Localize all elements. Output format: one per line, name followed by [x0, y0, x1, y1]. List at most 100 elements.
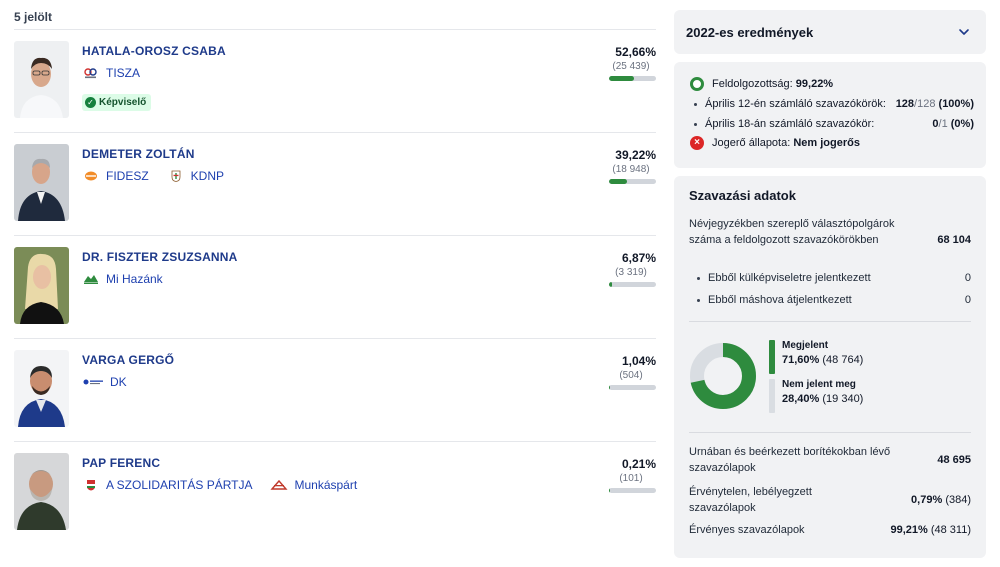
absent-count: (19 340): [822, 393, 864, 405]
party-item[interactable]: FIDESZ: [82, 169, 149, 183]
results-accordion[interactable]: 2022-es eredmények: [674, 10, 986, 54]
processed-value: 99,22%: [795, 78, 834, 90]
turnout-donut-chart: [690, 343, 756, 409]
result-block: 0,21% (101): [606, 457, 656, 484]
party-item[interactable]: Mi Hazánk: [82, 272, 163, 286]
vote-bar: [609, 179, 656, 184]
absent-label: Nem jelent meg: [782, 379, 856, 390]
invalid-row: Érvénytelen, lebélyegzett szavazólapok 0…: [689, 484, 971, 516]
candidate-row[interactable]: HATALA-OROSZ CSABA TISZA ✓ Képviselő 52,…: [14, 29, 656, 132]
bullet-icon: [697, 276, 700, 280]
turnout-label: Megjelent: [782, 340, 829, 351]
legal-status-row: × Jogerő állapota: Nem jogerős: [690, 136, 974, 150]
vote-percent: 39,22%: [615, 148, 656, 162]
voting-data-title: Szavazási adatok: [689, 188, 796, 203]
absent-swatch: [769, 379, 775, 413]
abroad-value: 0: [964, 272, 971, 284]
legal-label: Jogerő állapota:: [712, 137, 791, 149]
turnout-percent: 71,60%: [782, 354, 820, 366]
result-block: 1,04% (504): [606, 354, 656, 381]
result-block: 39,22% (18 948): [606, 148, 656, 175]
candidate-row[interactable]: PAP FERENC A SZOLIDARITÁS PÁRTJA Munkásp…: [14, 441, 656, 544]
vote-bar: [609, 488, 656, 493]
party-name: Munkáspárt: [294, 478, 358, 492]
party-name: FIDESZ: [106, 169, 149, 183]
representative-badge: ✓ Képviselő: [82, 94, 152, 111]
divider: [689, 432, 971, 433]
valid-count: (48 311): [930, 524, 971, 536]
vote-count: (3 319): [615, 267, 647, 278]
registered-value: 68 104: [937, 234, 971, 246]
party-list: TISZA: [82, 66, 140, 80]
dk-logo-icon: [83, 379, 103, 385]
abroad-row: Ebből külképviseletre jelentkezett 0: [693, 272, 971, 284]
apr18-percent: (0%): [950, 118, 974, 130]
apr18-row: Április 18-án számláló szavazókör: 0/1 (…: [690, 118, 974, 130]
elsewhere-label: Ebből máshova átjelentkezett: [708, 294, 852, 306]
bullet-icon: [697, 298, 700, 302]
vote-count: (504): [619, 370, 643, 381]
vote-percent: 6,87%: [621, 251, 656, 265]
chevron-down-icon[interactable]: [956, 24, 972, 40]
abroad-label: Ebből külképviseletre jelentkezett: [708, 272, 871, 284]
candidate-photo: [14, 247, 69, 324]
divider: [689, 321, 971, 322]
result-block: 52,66% (25 439): [606, 45, 656, 72]
processed-label: Feldolgozottság:: [712, 78, 793, 90]
candidate-count: 5 jelölt: [14, 10, 53, 24]
vote-percent: 1,04%: [621, 354, 656, 368]
candidate-name[interactable]: HATALA-OROSZ CSABA: [82, 44, 226, 58]
absent-legend-item: Nem jelent meg 28,40% (19 340): [769, 379, 863, 413]
vote-percent: 0,21%: [621, 457, 656, 471]
party-item[interactable]: Munkáspárt: [270, 478, 357, 492]
ballots-label: Urnában és beérkezett borítékokban lévő …: [689, 446, 891, 474]
vote-percent: 52,66%: [615, 45, 656, 59]
vote-bar-fill: [609, 488, 610, 493]
party-name: A SZOLIDARITÁS PÁRTJA: [106, 478, 253, 492]
party-item[interactable]: A SZOLIDARITÁS PÁRTJA: [82, 478, 252, 492]
apr12-count: 128: [895, 98, 915, 110]
candidate-row[interactable]: VARGA GERGŐ DK 1,04% (504): [14, 338, 656, 441]
candidate-name[interactable]: VARGA GERGŐ: [82, 353, 174, 367]
bullet-icon: [694, 102, 697, 106]
badge-label: Képviselő: [99, 97, 147, 108]
vote-bar-fill: [609, 179, 628, 184]
registered-label: Névjegyzékben szereplő választópolgárok …: [689, 218, 895, 246]
vote-count: (101): [619, 473, 643, 484]
vote-count: (25 439): [612, 61, 650, 72]
candidate-name[interactable]: PAP FERENC: [82, 456, 160, 470]
party-list: DK: [82, 375, 127, 389]
apr12-label: Április 12-én számláló szavazókörök:: [705, 98, 886, 110]
results-title: 2022-es eredmények: [686, 25, 814, 40]
candidate-row[interactable]: DR. FISZTER ZSUZSANNA Mi Hazánk 6,87% (3…: [14, 235, 656, 338]
turnout-swatch: [769, 340, 775, 374]
party-list: Mi Hazánk: [82, 272, 163, 286]
bullet-icon: [694, 122, 697, 126]
processed-row: Feldolgozottság: 99,22%: [690, 77, 974, 91]
result-block: 6,87% (3 319): [606, 251, 656, 278]
candidate-name[interactable]: DEMETER ZOLTÁN: [82, 147, 195, 161]
candidate-photo: [14, 41, 69, 118]
candidate-row[interactable]: DEMETER ZOLTÁN FIDESZ KDNP 39,22% (18 94…: [14, 132, 656, 235]
vote-bar-fill: [609, 385, 610, 390]
vote-bar: [609, 282, 656, 287]
party-item[interactable]: DK: [82, 375, 127, 389]
fidesz-logo-icon: [85, 171, 97, 181]
party-item[interactable]: TISZA: [82, 66, 140, 80]
apr12-row: Április 12-én számláló szavazókörök: 128…: [690, 98, 974, 110]
close-circle-icon: ×: [690, 136, 704, 150]
szolidaritas-logo-icon: [87, 480, 95, 491]
candidate-name[interactable]: DR. FISZTER ZSUZSANNA: [82, 250, 238, 264]
party-name: KDNP: [190, 169, 225, 183]
mi-hazank-logo-icon: [84, 275, 98, 284]
munkaspart-logo-icon: [270, 479, 289, 490]
ballots-row: Urnában és beérkezett borítékokban lévő …: [689, 444, 971, 476]
vote-bar-fill: [609, 76, 634, 81]
candidate-photo: [14, 350, 69, 427]
voting-data-card: Szavazási adatok Névjegyzékben szereplő …: [674, 176, 986, 558]
vote-bar-fill: [609, 282, 613, 287]
apr12-percent: (100%): [938, 98, 974, 110]
party-name: DK: [110, 375, 127, 389]
party-item[interactable]: KDNP: [167, 169, 224, 183]
valid-percent: 99,21%: [890, 524, 928, 536]
